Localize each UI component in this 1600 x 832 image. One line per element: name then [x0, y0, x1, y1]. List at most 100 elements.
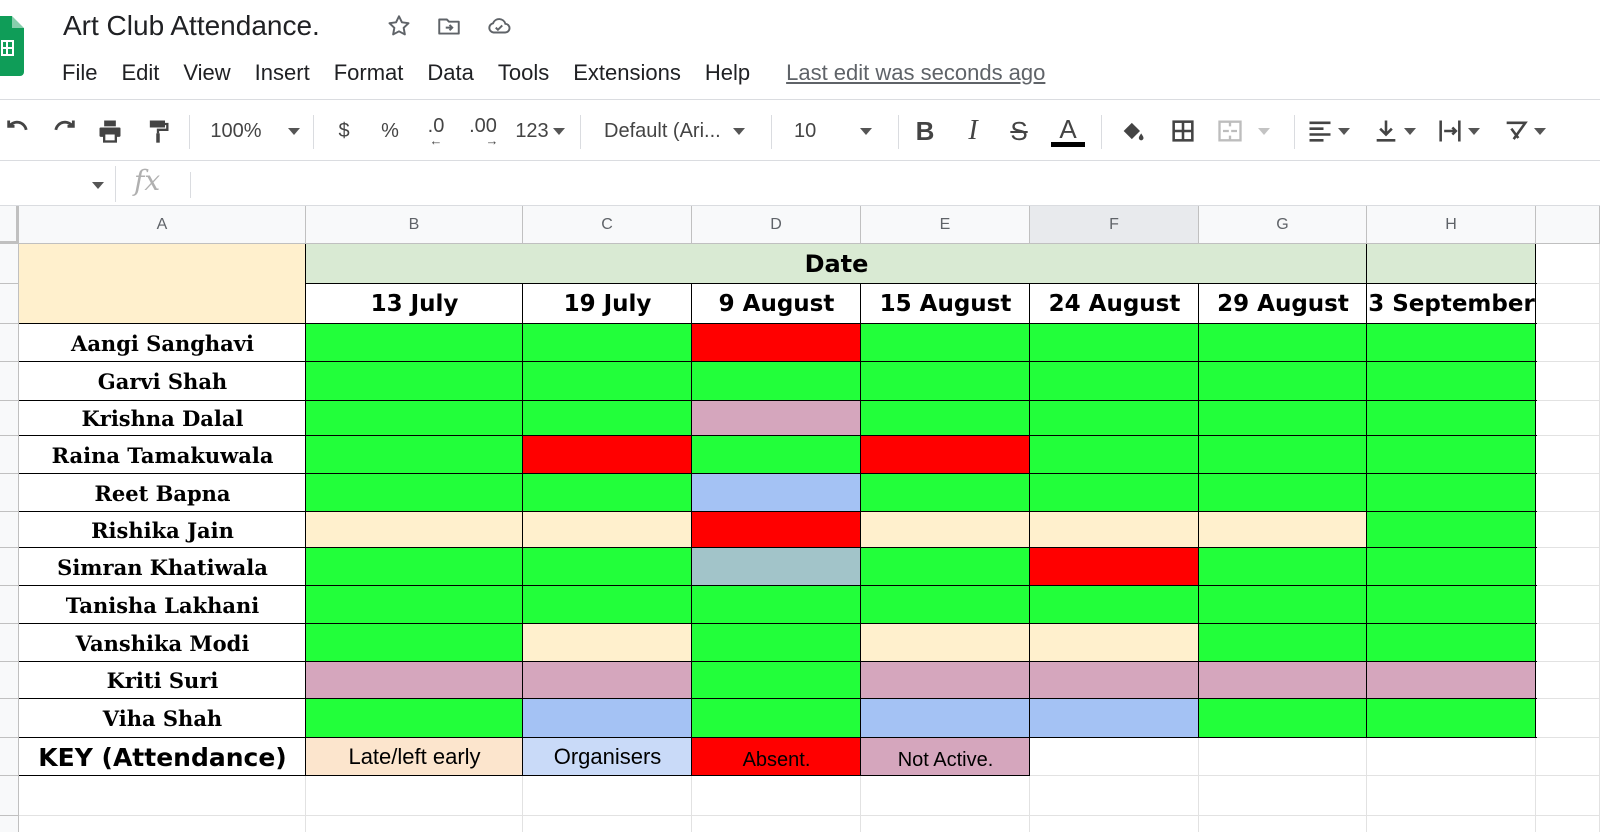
- attendance-cell-present[interactable]: [692, 699, 861, 738]
- student-name-cell[interactable]: Reet Bapna: [19, 474, 306, 512]
- row-header[interactable]: [0, 244, 19, 284]
- attendance-cell-present[interactable]: [1367, 362, 1536, 401]
- attendance-cell-present[interactable]: [523, 362, 692, 401]
- formula-input[interactable]: [190, 172, 191, 198]
- text-rotation-icon[interactable]: [1502, 115, 1560, 147]
- key-legend-cell[interactable]: Late/left early: [306, 738, 523, 776]
- attendance-cell-present[interactable]: [1367, 401, 1536, 436]
- attendance-cell-absent[interactable]: [523, 436, 692, 474]
- row-header[interactable]: [0, 699, 19, 738]
- row-header[interactable]: [0, 586, 19, 624]
- attendance-cell-not-active[interactable]: [523, 662, 692, 699]
- more-formats-button[interactable]: 123: [512, 115, 568, 147]
- attendance-cell-present[interactable]: [1199, 474, 1367, 512]
- currency-format-button[interactable]: $: [330, 115, 358, 147]
- attendance-cell-present[interactable]: [692, 624, 861, 662]
- attendance-cell-not-active[interactable]: [861, 662, 1030, 699]
- column-header-h[interactable]: H: [1367, 206, 1536, 244]
- font-size-select[interactable]: 10: [794, 115, 884, 147]
- attendance-cell-present[interactable]: [1030, 401, 1199, 436]
- attendance-cell-present[interactable]: [692, 362, 861, 401]
- date-cell[interactable]: 24 August: [1030, 284, 1199, 324]
- attendance-cell-present[interactable]: [692, 586, 861, 624]
- attendance-cell-late[interactable]: [861, 624, 1030, 662]
- student-name-cell[interactable]: Krishna Dalal: [19, 401, 306, 436]
- attendance-cell-present[interactable]: [1199, 324, 1367, 362]
- name-box[interactable]: [0, 166, 116, 202]
- row-header[interactable]: [0, 284, 19, 324]
- attendance-cell-present[interactable]: [1199, 548, 1367, 586]
- horizontal-align-icon[interactable]: [1306, 115, 1362, 147]
- date-cell[interactable]: 29 August: [1199, 284, 1367, 324]
- attendance-cell-late[interactable]: [306, 512, 523, 548]
- strikethrough-button[interactable]: S: [1004, 115, 1034, 147]
- document-title[interactable]: Art Club Attendance.: [63, 10, 320, 42]
- attendance-cell-present[interactable]: [1199, 699, 1367, 738]
- attendance-cell-present[interactable]: [523, 401, 692, 436]
- redo-icon[interactable]: [46, 115, 82, 147]
- attendance-cell-present[interactable]: [306, 586, 523, 624]
- row-header[interactable]: [0, 662, 19, 699]
- menu-insert[interactable]: Insert: [255, 60, 310, 86]
- attendance-cell-present[interactable]: [1030, 474, 1199, 512]
- row-header[interactable]: [0, 776, 19, 816]
- fill-color-icon[interactable]: [1116, 115, 1150, 147]
- menu-edit[interactable]: Edit: [121, 60, 159, 86]
- attendance-cell-not-active[interactable]: [1199, 662, 1367, 699]
- attendance-cell-present[interactable]: [1030, 436, 1199, 474]
- attendance-cell-present[interactable]: [306, 624, 523, 662]
- percent-format-button[interactable]: %: [376, 115, 404, 147]
- row-header[interactable]: [0, 816, 19, 832]
- vertical-align-icon[interactable]: [1372, 115, 1428, 147]
- column-header-a[interactable]: A: [19, 206, 306, 244]
- row-header[interactable]: [0, 474, 19, 512]
- attendance-cell-present[interactable]: [1199, 401, 1367, 436]
- date-header-cell[interactable]: Date: [306, 244, 1367, 284]
- attendance-cell-present[interactable]: [1367, 512, 1536, 548]
- attendance-cell-present[interactable]: [861, 362, 1030, 401]
- last-edit-link[interactable]: Last edit was seconds ago: [786, 60, 1045, 86]
- student-name-cell[interactable]: Viha Shah: [19, 699, 306, 738]
- attendance-cell-present[interactable]: [1030, 362, 1199, 401]
- column-header-g[interactable]: G: [1199, 206, 1367, 244]
- attendance-cell-late[interactable]: [1030, 624, 1199, 662]
- attendance-cell-present[interactable]: [1199, 362, 1367, 401]
- menu-format[interactable]: Format: [334, 60, 404, 86]
- student-name-cell[interactable]: Simran Khatiwala: [19, 548, 306, 586]
- attendance-cell-present[interactable]: [861, 474, 1030, 512]
- attendance-cell-present[interactable]: [306, 436, 523, 474]
- attendance-cell-not-active[interactable]: [1030, 662, 1199, 699]
- attendance-cell-grey[interactable]: [692, 548, 861, 586]
- sheets-logo-icon[interactable]: [0, 16, 24, 76]
- attendance-cell-present[interactable]: [306, 699, 523, 738]
- attendance-cell-organiser[interactable]: [692, 474, 861, 512]
- key-legend-cell[interactable]: Absent.: [692, 738, 861, 776]
- attendance-cell-not-active[interactable]: [692, 401, 861, 436]
- row-header[interactable]: [0, 512, 19, 548]
- attendance-cell-present[interactable]: [861, 548, 1030, 586]
- attendance-cell-organiser[interactable]: [523, 699, 692, 738]
- row-header[interactable]: [0, 548, 19, 586]
- attendance-cell-present[interactable]: [692, 436, 861, 474]
- attendance-cell-organiser[interactable]: [1030, 699, 1199, 738]
- attendance-cell-present[interactable]: [523, 474, 692, 512]
- date-header-extra-cell[interactable]: [1367, 244, 1536, 284]
- attendance-cell-present[interactable]: [306, 324, 523, 362]
- row-header[interactable]: [0, 362, 19, 401]
- decrease-decimal-button[interactable]: .0 ←: [420, 115, 452, 147]
- date-cell[interactable]: 15 August: [861, 284, 1030, 324]
- attendance-cell-late[interactable]: [1199, 512, 1367, 548]
- attendance-cell-present[interactable]: [523, 548, 692, 586]
- bold-button[interactable]: B: [910, 115, 940, 147]
- star-icon[interactable]: [381, 8, 417, 44]
- attendance-cell-present[interactable]: [1367, 548, 1536, 586]
- attendance-cell-present[interactable]: [1030, 324, 1199, 362]
- attendance-cell-absent[interactable]: [1030, 548, 1199, 586]
- attendance-cell-present[interactable]: [1367, 436, 1536, 474]
- attendance-cell-present[interactable]: [1367, 624, 1536, 662]
- attendance-cell-present[interactable]: [861, 401, 1030, 436]
- row-header[interactable]: [0, 436, 19, 474]
- attendance-cell-present[interactable]: [1199, 586, 1367, 624]
- menu-help[interactable]: Help: [705, 60, 750, 86]
- attendance-cell-present[interactable]: [523, 586, 692, 624]
